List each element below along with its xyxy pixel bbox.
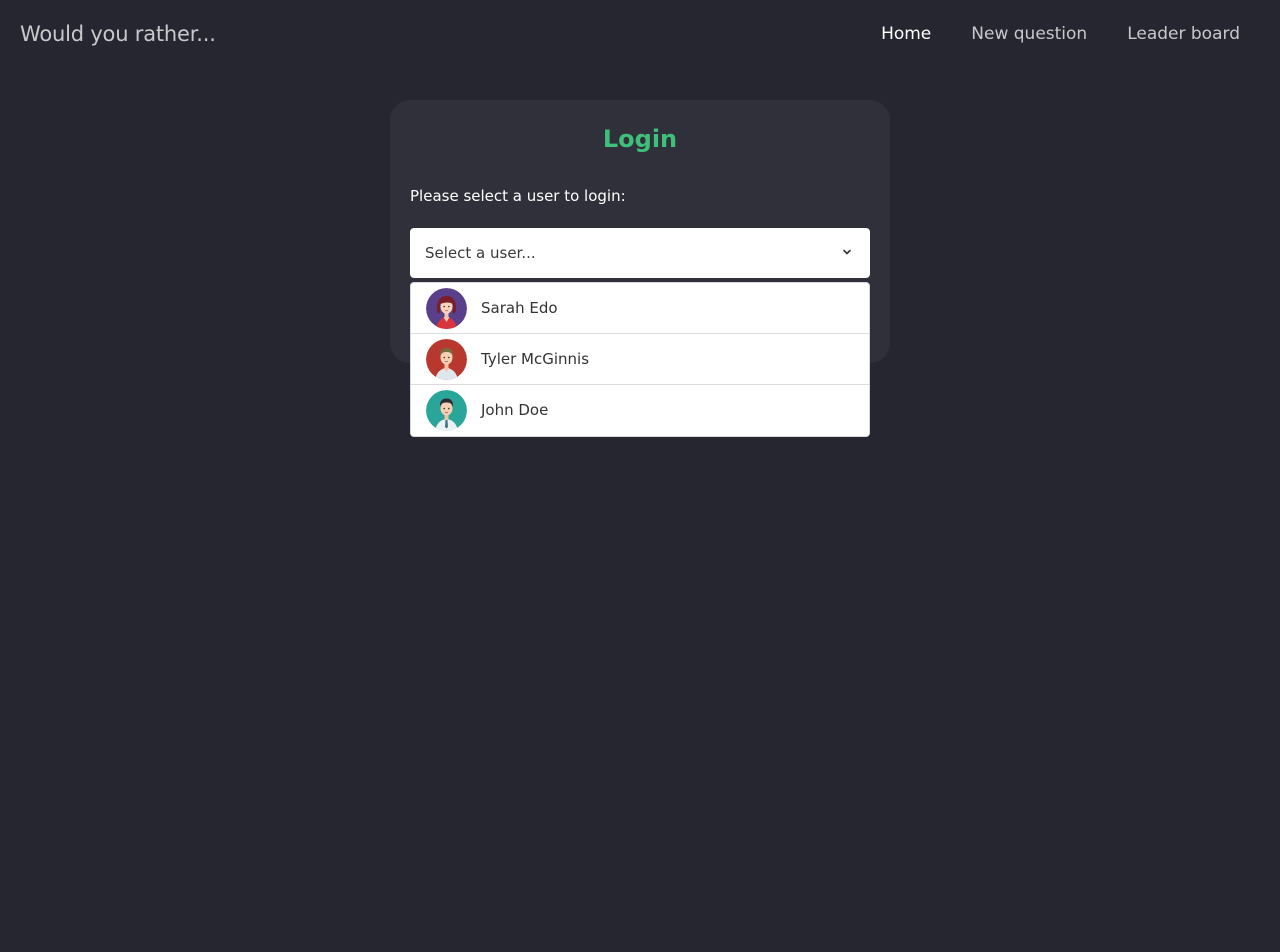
user-option-label: Tyler McGinnis bbox=[481, 350, 590, 368]
user-select-menu: Sarah Edo Tyler McGinnis John Doe bbox=[410, 282, 870, 437]
nav-link-home[interactable]: Home bbox=[881, 24, 931, 44]
brand-title: Would you rather... bbox=[20, 22, 216, 46]
user-option-label: John Doe bbox=[481, 401, 549, 419]
user-select[interactable]: Select a user... bbox=[410, 228, 870, 278]
man-avatar-icon bbox=[426, 339, 467, 380]
user-select-placeholder: Select a user... bbox=[425, 244, 536, 262]
nav-links: Home New question Leader board bbox=[881, 24, 1240, 44]
user-option-john-doe[interactable]: John Doe bbox=[411, 385, 869, 436]
man-avatar-icon bbox=[426, 390, 467, 431]
nav-link-new-question[interactable]: New question bbox=[971, 24, 1087, 44]
user-option-tyler-mcginnis[interactable]: Tyler McGinnis bbox=[411, 334, 869, 385]
login-prompt: Please select a user to login: bbox=[410, 187, 626, 205]
nav-link-leader-board[interactable]: Leader board bbox=[1127, 24, 1240, 44]
user-option-sarah-edo[interactable]: Sarah Edo bbox=[411, 283, 869, 334]
user-option-label: Sarah Edo bbox=[481, 299, 558, 317]
woman-avatar-icon bbox=[426, 288, 467, 329]
login-title: Login bbox=[602, 125, 678, 153]
chevron-down-icon bbox=[843, 249, 851, 255]
navbar: Would you rather... Home New question Le… bbox=[0, 0, 1280, 72]
